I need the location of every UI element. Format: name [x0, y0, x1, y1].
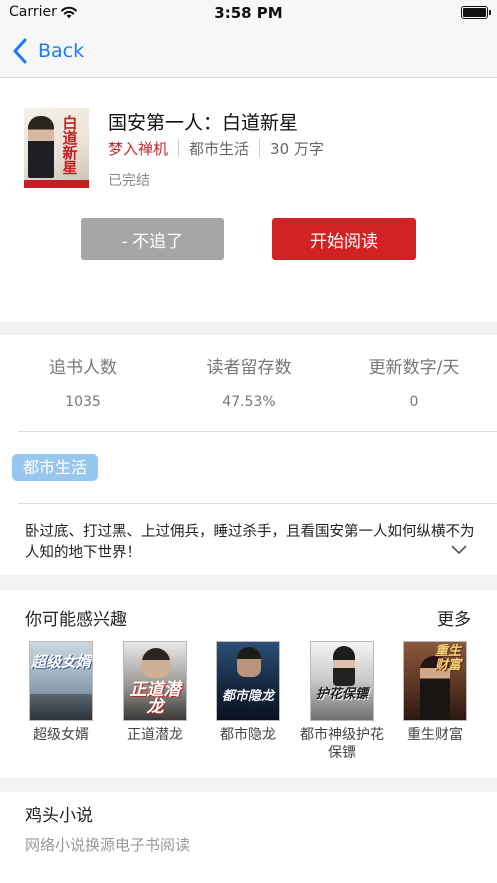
cover-title-art: 重生财富 — [434, 644, 461, 673]
cover-band — [24, 180, 89, 188]
recommended-book-title: 重生财富 — [407, 727, 463, 743]
stat-value: 0 — [409, 394, 419, 410]
recommended-book-cover: 都市隐龙 — [216, 641, 280, 721]
recommended-book[interactable]: 都市隐龙 都市隐龙 — [201, 641, 295, 744]
stat-value: 1035 — [65, 394, 101, 410]
stat-label: 更新数字/天 — [368, 358, 460, 378]
book-synopsis[interactable]: 卧过底、打过黑、上过佣兵，睡过杀手，且看国安第一人如何纵横不为人知的地下世界！ — [25, 522, 475, 564]
book-author[interactable]: 梦入禅机 — [108, 138, 168, 159]
status-bar: Carrier 3:58 PM — [0, 0, 497, 26]
recommended-book-title: 正道潜龙 — [127, 727, 183, 743]
recommendations-section: 你可能感兴趣 更多 超级女婿 超级女婿 正道潜龙 正道潜龙 都市隐龙 都市隐龙 — [0, 590, 497, 778]
recommended-book-cover: 护花保镖 — [310, 641, 374, 721]
cover-title-art: 都市隐龙 — [221, 689, 274, 704]
recommended-book[interactable]: 超级女婿 超级女婿 — [14, 641, 108, 744]
recommended-book-title: 都市隐龙 — [220, 727, 276, 743]
recommended-book[interactable]: 正道潜龙 正道潜龙 — [108, 641, 202, 744]
divider — [18, 431, 497, 432]
recommended-book[interactable]: 护花保镖 都市神级护花保镖 — [295, 641, 389, 762]
stat-label: 追书人数 — [49, 358, 117, 378]
cover-art — [30, 694, 92, 720]
recommended-book-title: 超级女婿 — [33, 727, 89, 743]
book-word-count: 30 万字 — [270, 139, 324, 158]
recommended-book-cover: 正道潜龙 — [123, 641, 187, 721]
stat-label: 读者留存数 — [206, 358, 292, 378]
recommended-book-cover: 超级女婿 — [29, 641, 93, 721]
recommended-book-cover: 重生财富 — [403, 641, 467, 721]
genre-tag[interactable]: 都市生活 — [12, 454, 99, 481]
more-link[interactable]: 更多 — [437, 605, 471, 630]
book-title: 国安第一人：白道新星 — [108, 112, 299, 134]
cover-title-art: 超级女婿 — [30, 653, 91, 671]
stat-daily-update: 更新数字/天 0 — [331, 353, 497, 410]
app-footer: 鸡头小说 网络小说换源电子书阅读 — [0, 792, 497, 883]
recommended-book[interactable]: 重生财富 重生财富 — [388, 641, 482, 744]
stat-followers: 追书人数 1035 — [0, 353, 166, 410]
cover-art — [142, 648, 170, 678]
battery-icon — [461, 6, 491, 19]
app-tagline: 网络小说换源电子书阅读 — [25, 836, 191, 854]
cover-title-art: 正道潜龙 — [129, 680, 181, 717]
meta-divider — [178, 139, 180, 157]
book-category: 都市生活 — [189, 139, 250, 158]
recommended-book-title: 都市神级护花保镖 — [300, 727, 384, 761]
back-chevron-icon — [13, 38, 27, 64]
back-button[interactable]: Back — [12, 36, 84, 66]
stat-retention: 读者留存数 47.53% — [166, 353, 332, 410]
meta-divider — [259, 139, 261, 157]
cover-figure — [28, 116, 54, 178]
cover-title-art: 白道新星 — [62, 114, 78, 177]
unfollow-button[interactable]: - 不追了 — [81, 218, 224, 260]
book-stats-card: 追书人数 1035 读者留存数 47.53% 更新数字/天 0 都市生活 卧过底… — [0, 335, 497, 575]
cover-art — [333, 646, 355, 686]
book-meta: 梦入禅机 都市生活 30 万字 — [108, 138, 324, 158]
navigation-bar: Back — [0, 26, 497, 78]
book-info-card: 白道新星 国安第一人：白道新星 梦入禅机 都市生活 30 万字 已完结 - 不追… — [0, 78, 497, 322]
recommendations-title: 你可能感兴趣 — [25, 610, 127, 630]
app-name: 鸡头小说 — [25, 806, 93, 826]
clock: 3:58 PM — [214, 4, 283, 22]
divider — [18, 503, 497, 504]
book-status: 已完结 — [108, 173, 150, 189]
cover-art — [237, 647, 261, 677]
expand-chevron-icon[interactable] — [451, 545, 467, 555]
stat-value: 47.53% — [222, 394, 276, 410]
screen: Carrier 3:58 PM Back 白道新星 国安第一人：白道新星 梦入禅… — [0, 0, 497, 883]
book-cover: 白道新星 — [24, 108, 89, 188]
back-label: Back — [38, 40, 85, 62]
start-reading-button[interactable]: 开始阅读 — [272, 218, 416, 260]
cover-title-art: 护花保镖 — [315, 687, 368, 702]
